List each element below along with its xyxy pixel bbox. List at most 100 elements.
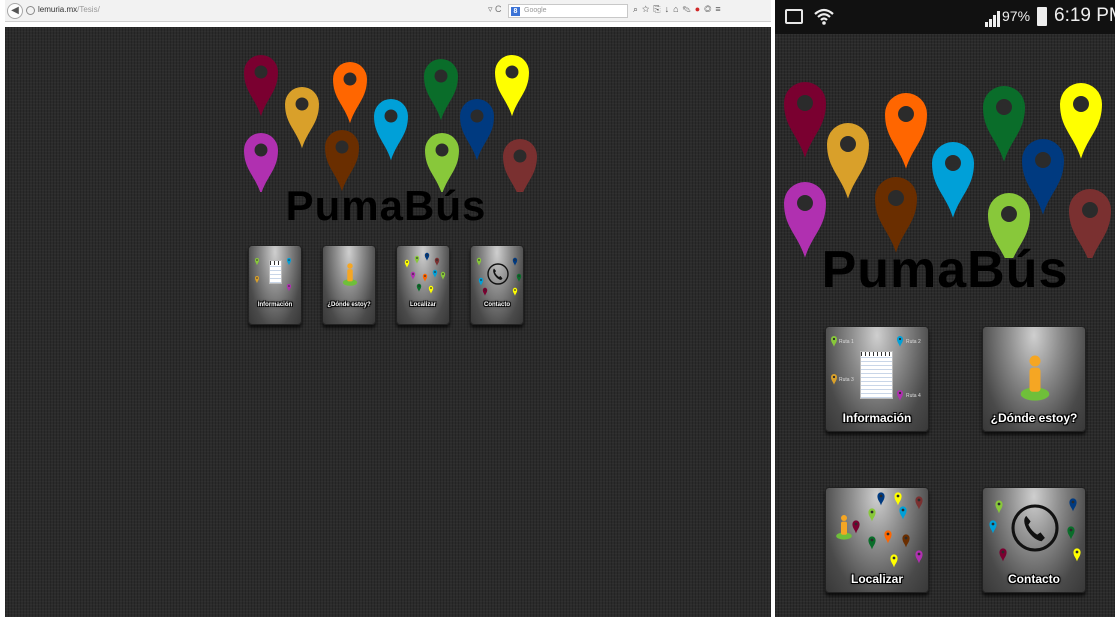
tile-informacion-desktop[interactable]: Información [248,245,302,325]
clipboard-icon[interactable]: ⎘ [653,4,664,14]
gallery-icon [785,9,803,24]
status-bar: 97% 6:19 PM [775,0,1115,34]
map-pin-icon [983,86,1025,162]
search-input[interactable]: 8 Google [508,4,628,18]
menu-icon[interactable]: ≡ [715,4,724,14]
map-pin-icon [410,271,416,280]
map-pin-icon [885,93,927,169]
tile-label: Contacto [484,302,510,308]
route-label: Ruta 3 [839,377,854,383]
map-pin-icon [414,255,420,264]
route-label: Ruta 4 [906,393,921,399]
address-bar[interactable]: lemuria.mx/Tesis/ [38,5,100,14]
map-pin-icon [894,492,902,506]
tile-localizar-mobile[interactable]: Localizar [825,487,929,593]
tile-donde-estoy-desktop[interactable]: ¿Dónde estoy? [322,245,376,325]
map-pin-icon [478,277,484,286]
search-placeholder: Google [524,7,547,14]
map-pin-icon [460,99,494,161]
pen-icon[interactable]: ✎ [683,4,695,14]
tile-donde-estoy-mobile[interactable]: ¿Dónde estoy? [982,326,1086,432]
map-pin-icon [495,54,529,117]
handset-icon [487,263,509,285]
map-pin-icon [999,548,1007,562]
map-pin-icon [244,55,278,117]
phone-icon [476,257,522,296]
app-logo-desktop: PumaBús [231,52,541,234]
map-pin-icon [432,269,438,278]
map-pin-icon [434,257,440,266]
map-pin-icon [512,257,518,266]
map-pin-icon [482,287,488,296]
download-icon[interactable]: ↓ [665,4,674,14]
handset-icon [1011,504,1059,552]
map-pin-icon [424,252,430,261]
map-pin-icon [897,336,903,347]
app-title: PumaBús [285,182,487,229]
route-pins-icon [255,258,291,292]
map-pin-icon [877,492,885,506]
tile-label: Localizar [850,572,904,586]
search-icon[interactable]: ⌕ [633,4,642,14]
tile-label: ¿Dónde estoy? [990,411,1078,425]
screenshot-composite: ◀ lemuria.mx/Tesis/ ▿ C 8 Google ⌕☆⎘↓⌂✎●… [0,0,1115,617]
home-icon[interactable]: ⌂ [673,4,682,14]
map-pin-icon [884,530,892,544]
mobile-screen: 97% 6:19 PM PumaBús Ruta 1 Ruta 2 Ruta 3… [775,0,1115,617]
star-icon[interactable]: ☆ [642,4,653,14]
map-pin-icon [285,87,319,149]
reload-icon[interactable]: ▿ C [488,4,502,15]
wifi-icon [814,8,834,25]
tile-informacion-mobile[interactable]: Ruta 1 Ruta 2 Ruta 3 Ruta 4 Información [825,326,929,432]
phone-icon [989,498,1081,562]
tile-contacto-mobile[interactable]: Contacto [982,487,1086,593]
map-pin-icon [424,59,458,121]
map-pin-icon [287,284,291,292]
map-pin-icon [784,82,826,158]
browser-toolbar: ◀ lemuria.mx/Tesis/ ▿ C 8 Google ⌕☆⎘↓⌂✎●… [5,0,771,22]
map-pin-icon [902,534,910,548]
map-pin-icon [255,258,259,266]
map-pin-icon [915,496,923,510]
route-label: Ruta 1 [839,339,854,345]
status-left-group [783,5,853,29]
app-title: PumaBús [821,241,1069,299]
pins-cluster-icon [404,252,446,294]
sync-icon[interactable]: ◎ [704,4,715,14]
person-icon [342,263,358,286]
person-icon [1020,355,1050,401]
map-pin-icon [404,259,410,268]
map-pin-icon [1022,139,1064,215]
map-pin-icon [897,390,903,401]
desktop-browser-window: ◀ lemuria.mx/Tesis/ ▿ C 8 Google ⌕☆⎘↓⌂✎●… [5,0,771,617]
search-engine-icon[interactable]: 8 [511,7,520,16]
map-pin-icon [890,554,898,568]
map-pins-icon [784,82,1111,258]
signal-icon [985,11,1000,27]
map-pin-icon [827,123,869,199]
route-label: Ruta 2 [906,339,921,345]
globe-icon [26,6,35,15]
addon-icon[interactable]: ● [695,4,704,14]
tile-contacto-desktop[interactable]: Contacto [470,245,524,325]
tile-localizar-desktop[interactable]: Localizar [396,245,450,325]
back-button[interactable]: ◀ [7,3,23,19]
map-pin-icon [255,276,259,284]
map-pin-icon [915,550,923,564]
toolbar-icons: ⌕☆⎘↓⌂✎●◎≡ [633,4,725,15]
person-pin-icon [1020,355,1050,401]
url-host: lemuria.mx [38,5,78,14]
map-pin-icon [852,520,860,534]
map-pin-icon [868,508,876,522]
map-pin-icon [1060,83,1102,159]
map-pin-icon [422,273,428,282]
map-pin-icon [476,257,482,266]
map-pin-icon [868,536,876,550]
person-icon [836,515,852,540]
map-pins-icon [244,54,537,192]
map-pin-icon [932,142,974,218]
map-pin-icon [831,374,837,385]
tile-label: Información [842,411,912,425]
map-pin-icon [333,62,367,124]
app-logo-mobile: PumaBús [775,78,1115,299]
